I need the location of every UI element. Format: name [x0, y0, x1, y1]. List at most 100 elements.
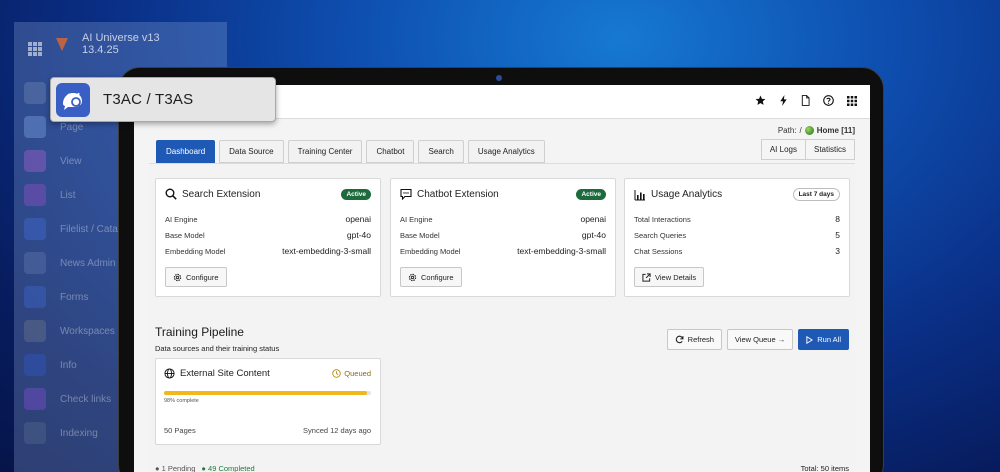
total-items: Total: 50 items	[800, 464, 849, 472]
module-icon	[24, 422, 46, 444]
module-label: News Admin	[60, 257, 116, 269]
chatbot-configure-button[interactable]: Configure	[400, 267, 462, 287]
run-all-button[interactable]: Run All	[798, 329, 849, 350]
info-row: Base Model gpt-4o	[400, 230, 606, 240]
view-queue-button[interactable]: View Queue →	[726, 329, 794, 350]
pipeline-actions: Refresh View Queue → Run All	[666, 329, 849, 350]
info-row: Embedding Model text-embedding-3-small	[165, 246, 371, 256]
search-configure-button[interactable]: Configure	[165, 267, 227, 287]
extension-badge-label: T3AC / T3AS	[103, 91, 194, 108]
completed-count: ● 49 Completed	[201, 464, 255, 472]
chatbot-card-rows: AI Engine openai Base Model gpt-4o Embeddi…	[400, 211, 606, 259]
search-card-rows: AI Engine openai Base Model gpt-4o Embeddi…	[165, 211, 371, 259]
analytics-period-badge: Last 7 days	[792, 188, 840, 201]
info-row: Base Model gpt-4o	[165, 230, 371, 240]
globe-icon	[804, 126, 814, 135]
search-status-badge: Active	[341, 188, 371, 200]
gear-icon	[408, 273, 417, 281]
module-tabs: Dashboard Data Source Training Center Chatb…	[156, 140, 545, 163]
search-card-title: Search Extension	[182, 188, 261, 200]
search-icon	[165, 188, 177, 200]
refresh-button[interactable]: Refresh	[666, 329, 722, 350]
module-label: List	[60, 189, 76, 201]
module-label: Workspaces	[60, 325, 115, 337]
data-source-card[interactable]: External Site Content Queued 98% complet…	[155, 358, 381, 445]
module-icon	[24, 286, 46, 308]
pipeline-summary: ● 1 Pending ● 49 Completed	[155, 464, 255, 472]
refresh-icon	[675, 335, 684, 344]
play-icon	[806, 335, 814, 344]
background-sidebar-item: Forms	[24, 286, 88, 308]
brand-title: AI Universe v13	[82, 32, 160, 44]
search-extension-card: Search Extension Active AI Engine openai …	[155, 178, 381, 297]
usage-analytics-card: Usage Analytics Last 7 days Total Intera…	[624, 178, 850, 297]
secondary-tabs: AI Logs Statistics	[760, 139, 855, 160]
background-sidebar-item: Filelist / Catalog	[24, 218, 131, 240]
tab-statistics[interactable]: Statistics	[805, 139, 855, 160]
training-pipeline-subtitle: Data sources and their training status	[155, 344, 280, 353]
info-row: Search Queries 5	[634, 230, 840, 240]
background-sidebar-item: View	[24, 150, 82, 172]
extension-badge: T3AC / T3AS	[50, 77, 276, 122]
dashboard-content: Search Extension Active AI Engine openai …	[149, 163, 855, 472]
refresh-label: Refresh	[687, 335, 714, 344]
info-row: AI Engine openai	[400, 214, 606, 224]
module-label: Forms	[60, 291, 89, 303]
module-label: Indexing	[60, 427, 98, 439]
help-icon[interactable]	[823, 95, 834, 106]
background-sidebar-item: Indexing	[24, 422, 98, 444]
star-icon[interactable]	[755, 95, 766, 106]
info-row: Chat Sessions 3	[634, 246, 840, 256]
app-grid-icon	[28, 42, 42, 56]
chatbot-card-title: Chatbot Extension	[417, 188, 499, 200]
analytics-card-title: Usage Analytics	[651, 189, 723, 200]
background-sidebar-item: Workspaces	[24, 320, 115, 342]
chatbot-extension-card: Chatbot Extension Active AI Engine openai…	[390, 178, 616, 297]
module-icon	[24, 252, 46, 274]
chatbot-status-badge: Active	[576, 188, 606, 200]
module-icon	[24, 388, 46, 410]
data-source-footer: 50 Pages Synced 12 days ago	[164, 426, 371, 435]
module-icon	[24, 354, 46, 376]
app-screen: Path: / Home [11] Dashboard Data Source Tr…	[134, 85, 870, 472]
grid-icon[interactable]	[847, 95, 857, 106]
view-details-button[interactable]: View Details	[634, 267, 705, 287]
tab-data-source[interactable]: Data Source	[219, 140, 284, 163]
document-icon[interactable]	[801, 95, 810, 106]
tab-chatbot[interactable]: Chatbot	[366, 140, 415, 163]
tab-dashboard[interactable]: Dashboard	[156, 140, 216, 163]
tab-ai-logs[interactable]: AI Logs	[760, 139, 806, 160]
path-page-link[interactable]: Home [11]	[817, 126, 855, 135]
globe-icon	[164, 368, 175, 379]
run-all-label: Run All	[817, 335, 841, 344]
tab-search[interactable]: Search	[418, 140, 464, 163]
chat-icon	[400, 188, 412, 200]
module-label: View	[60, 155, 82, 167]
module-label: Check links	[60, 393, 112, 405]
analytics-card-rows: Total Interactions 8 Search Queries 5 Chat…	[634, 211, 840, 259]
bar-chart-icon	[634, 189, 645, 200]
training-progress-bar	[164, 391, 371, 395]
progress-label: 98% complete	[164, 398, 199, 404]
view-details-label: View Details	[655, 272, 697, 282]
configure-label: Configure	[421, 272, 454, 282]
pending-count: ● 1 Pending	[155, 464, 196, 472]
tab-usage-analytics[interactable]: Usage Analytics	[467, 140, 545, 163]
tab-training-center[interactable]: Training Center	[287, 140, 363, 163]
camera-dot	[496, 75, 502, 81]
brand-version: 13.4.25	[82, 44, 119, 56]
configure-label: Configure	[186, 272, 219, 282]
bolt-icon[interactable]	[779, 95, 788, 106]
background-sidebar-item: Check links	[24, 388, 111, 410]
training-progress-fill	[164, 391, 367, 395]
background-sidebar-item: List	[24, 184, 76, 206]
clock-icon	[332, 369, 342, 378]
path-label: Path:	[777, 126, 797, 135]
external-link-icon	[642, 272, 651, 282]
view-queue-label: View Queue →	[734, 335, 786, 344]
sync-time: Synced 12 days ago	[303, 426, 371, 435]
page-count: 50 Pages	[164, 426, 196, 435]
module-icon	[24, 320, 46, 342]
extension-logo-icon	[56, 82, 90, 117]
path-separator: /	[799, 126, 802, 135]
